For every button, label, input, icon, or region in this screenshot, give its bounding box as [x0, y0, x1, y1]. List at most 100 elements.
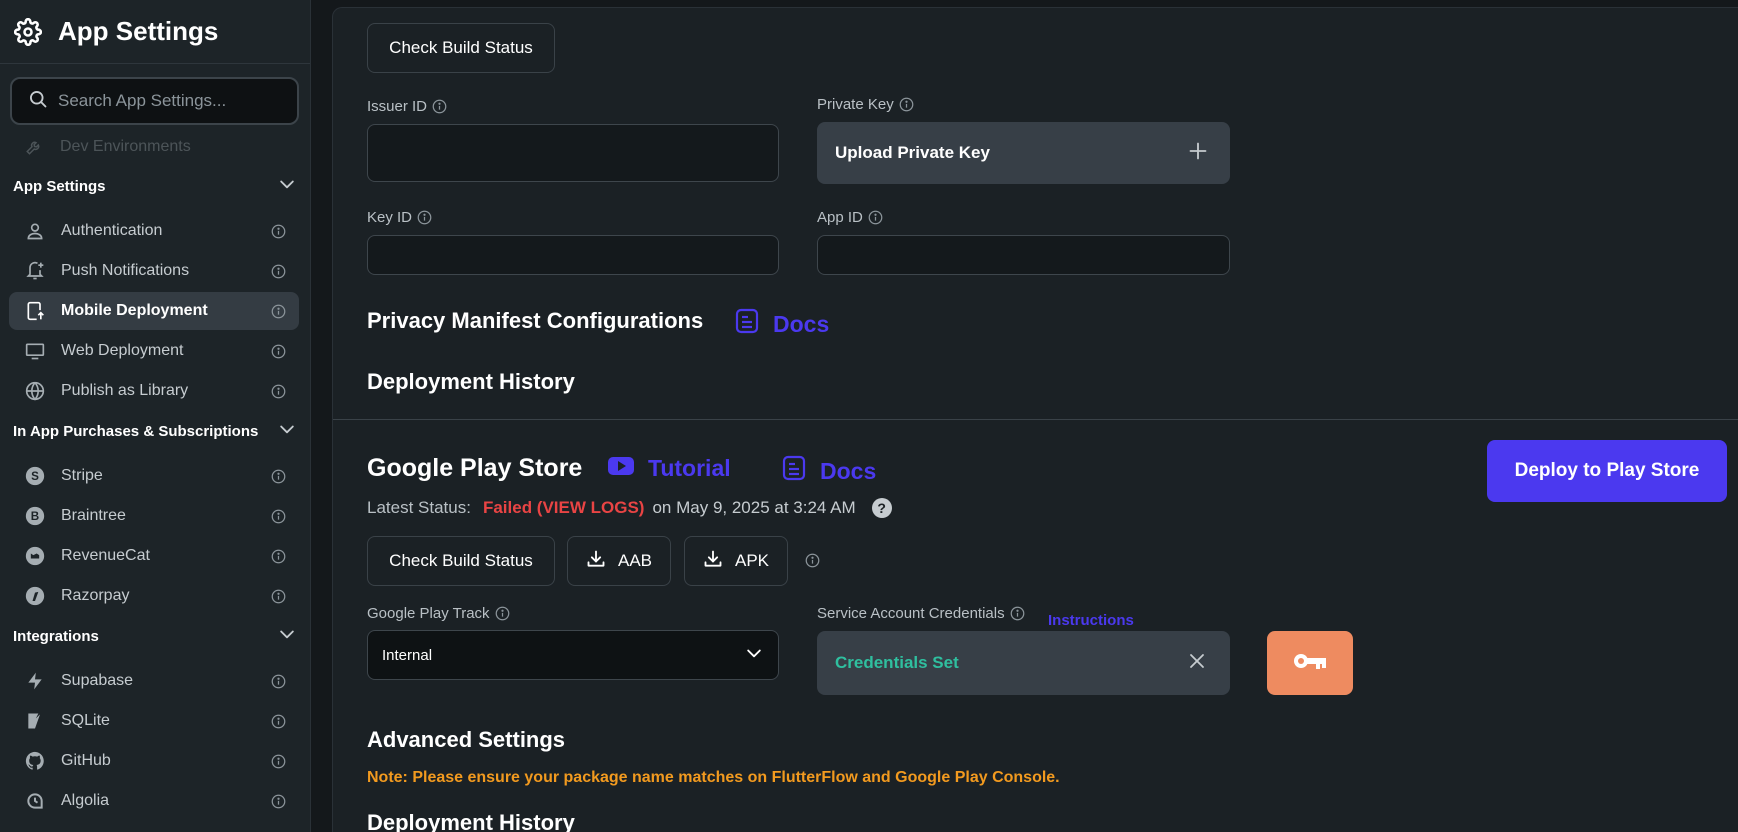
github-icon — [23, 749, 47, 773]
latest-status-label: Latest Status: — [367, 498, 471, 517]
key-id-label: Key ID — [367, 209, 432, 226]
label-text: Google Play Track — [367, 605, 490, 622]
bell-plus-icon — [23, 259, 47, 283]
aab-label: AAB — [617, 551, 653, 570]
key-id-input[interactable] — [368, 236, 778, 274]
play-store-title: Google Play Store — [367, 454, 583, 482]
stripe-icon: S — [23, 464, 47, 488]
info-icon[interactable] — [269, 712, 287, 730]
section-label: In App Purchases & Subscriptions — [13, 422, 259, 440]
sidebar-item-mobile-deployment[interactable]: Mobile Deployment — [9, 292, 299, 330]
sidebar-item-label: Dev Environments — [60, 138, 191, 155]
sidebar-item-supabase[interactable]: Supabase — [9, 662, 299, 700]
chevron-down-icon — [277, 174, 297, 199]
selected-track: Internal — [382, 646, 433, 664]
sidebar-item-github[interactable]: GitHub — [9, 742, 299, 780]
sidebar-item-label: Web Deployment — [61, 342, 184, 359]
info-icon[interactable] — [432, 99, 447, 114]
sidebar-item-label: RevenueCat — [61, 547, 150, 564]
sidebar-item-label: Supabase — [61, 672, 134, 689]
info-icon[interactable] — [269, 222, 287, 240]
apple-check-build-status-button[interactable]: Check Build Status — [367, 23, 555, 73]
section-app-settings[interactable]: App Settings — [0, 168, 310, 204]
search-icon — [28, 89, 48, 114]
algolia-icon — [23, 789, 47, 813]
download-icon — [703, 549, 723, 574]
monitor-icon — [23, 339, 47, 363]
sidebar-item-revenuecat[interactable]: RevenueCat — [9, 537, 299, 575]
info-icon[interactable] — [269, 467, 287, 485]
app-root: App Settings Dev Environments App Settin… — [0, 0, 1738, 832]
issuer-id-input[interactable] — [368, 125, 778, 181]
info-icon[interactable] — [269, 262, 287, 280]
info-icon[interactable] — [269, 752, 287, 770]
sqlite-icon — [23, 709, 47, 733]
key-id-field[interactable] — [367, 235, 779, 275]
sidebar-item-publish-as-library[interactable]: Publish as Library — [9, 372, 299, 410]
sidebar-title: App Settings — [58, 16, 219, 46]
youtube-icon — [608, 455, 634, 482]
search-input[interactable] — [58, 91, 278, 111]
help-icon[interactable]: ? — [871, 498, 892, 518]
play-check-build-status-button[interactable]: Check Build Status — [367, 536, 555, 586]
info-icon[interactable] — [417, 210, 432, 225]
download-aab-button[interactable]: AAB — [567, 536, 671, 586]
tutorial-label: Tutorial — [648, 455, 731, 481]
info-icon[interactable] — [269, 507, 287, 525]
sidebar-item-dev-environments[interactable]: Dev Environments — [24, 136, 292, 158]
info-icon[interactable] — [269, 672, 287, 690]
info-icon[interactable] — [269, 342, 287, 360]
instructions-link[interactable]: Instructions — [1048, 612, 1134, 629]
sidebar-item-razorpay[interactable]: Razorpay — [9, 577, 299, 615]
key-icon — [1292, 650, 1328, 677]
app-id-field[interactable] — [817, 235, 1230, 275]
mobile-deploy-icon — [23, 299, 47, 323]
sidebar-item-label: SQLite — [61, 712, 110, 729]
sidebar-item-authentication[interactable]: Authentication — [9, 212, 299, 250]
privacy-docs-link[interactable]: Docs — [735, 308, 829, 340]
section-label: Integrations — [13, 627, 99, 645]
play-docs-link[interactable]: Docs — [782, 455, 876, 487]
google-play-track-select[interactable]: Internal — [367, 630, 779, 680]
info-icon[interactable] — [269, 382, 287, 400]
sidebar-item-web-deployment[interactable]: Web Deployment — [9, 332, 299, 370]
deploy-to-play-store-button[interactable]: Deploy to Play Store — [1487, 440, 1727, 502]
sidebar-header: App Settings — [0, 0, 310, 64]
section-integrations[interactable]: Integrations — [0, 618, 310, 654]
sidebar-item-stripe[interactable]: S Stripe — [9, 457, 299, 495]
sidebar-item-label: Algolia — [61, 792, 110, 809]
credentials-field: Credentials Set — [817, 631, 1230, 695]
sidebar-item-label: Razorpay — [61, 587, 130, 604]
info-icon[interactable] — [868, 210, 883, 225]
download-apk-button[interactable]: APK — [684, 536, 788, 586]
search-box[interactable] — [10, 77, 299, 125]
svg-text:B: B — [31, 510, 39, 523]
sidebar-item-sqlite[interactable]: SQLite — [9, 702, 299, 740]
issuer-id-label: Issuer ID — [367, 98, 447, 115]
info-icon[interactable] — [269, 587, 287, 605]
close-icon[interactable] — [1188, 652, 1206, 675]
sidebar: App Settings Dev Environments App Settin… — [0, 0, 311, 832]
info-icon[interactable] — [269, 792, 287, 810]
info-icon[interactable] — [269, 547, 287, 565]
app-id-input[interactable] — [818, 236, 1229, 274]
set-credentials-key-button[interactable] — [1267, 631, 1353, 695]
info-icon[interactable] — [1010, 606, 1025, 621]
status-failed-link[interactable]: Failed (VIEW LOGS) — [483, 498, 645, 518]
play-tutorial-link[interactable]: Tutorial — [608, 455, 731, 482]
info-icon[interactable] — [495, 606, 510, 621]
sidebar-item-push-notifications[interactable]: Push Notifications — [9, 252, 299, 290]
info-icon[interactable] — [805, 553, 820, 573]
sidebar-item-label: Mobile Deployment — [61, 302, 208, 319]
upload-private-key-button[interactable]: Upload Private Key — [817, 122, 1230, 184]
sidebar-item-braintree[interactable]: B Braintree — [9, 497, 299, 535]
section-in-app-purchases[interactable]: In App Purchases & Subscriptions — [0, 413, 310, 449]
info-icon[interactable] — [899, 97, 914, 112]
issuer-id-field[interactable] — [367, 124, 779, 182]
sidebar-item-label: Publish as Library — [61, 382, 189, 399]
apple-deployment-history-title: Deployment History — [367, 369, 575, 394]
info-icon[interactable] — [269, 302, 287, 320]
docs-label: Docs — [820, 457, 877, 484]
svg-text:S: S — [31, 470, 39, 483]
sidebar-item-algolia[interactable]: Algolia — [9, 782, 299, 820]
